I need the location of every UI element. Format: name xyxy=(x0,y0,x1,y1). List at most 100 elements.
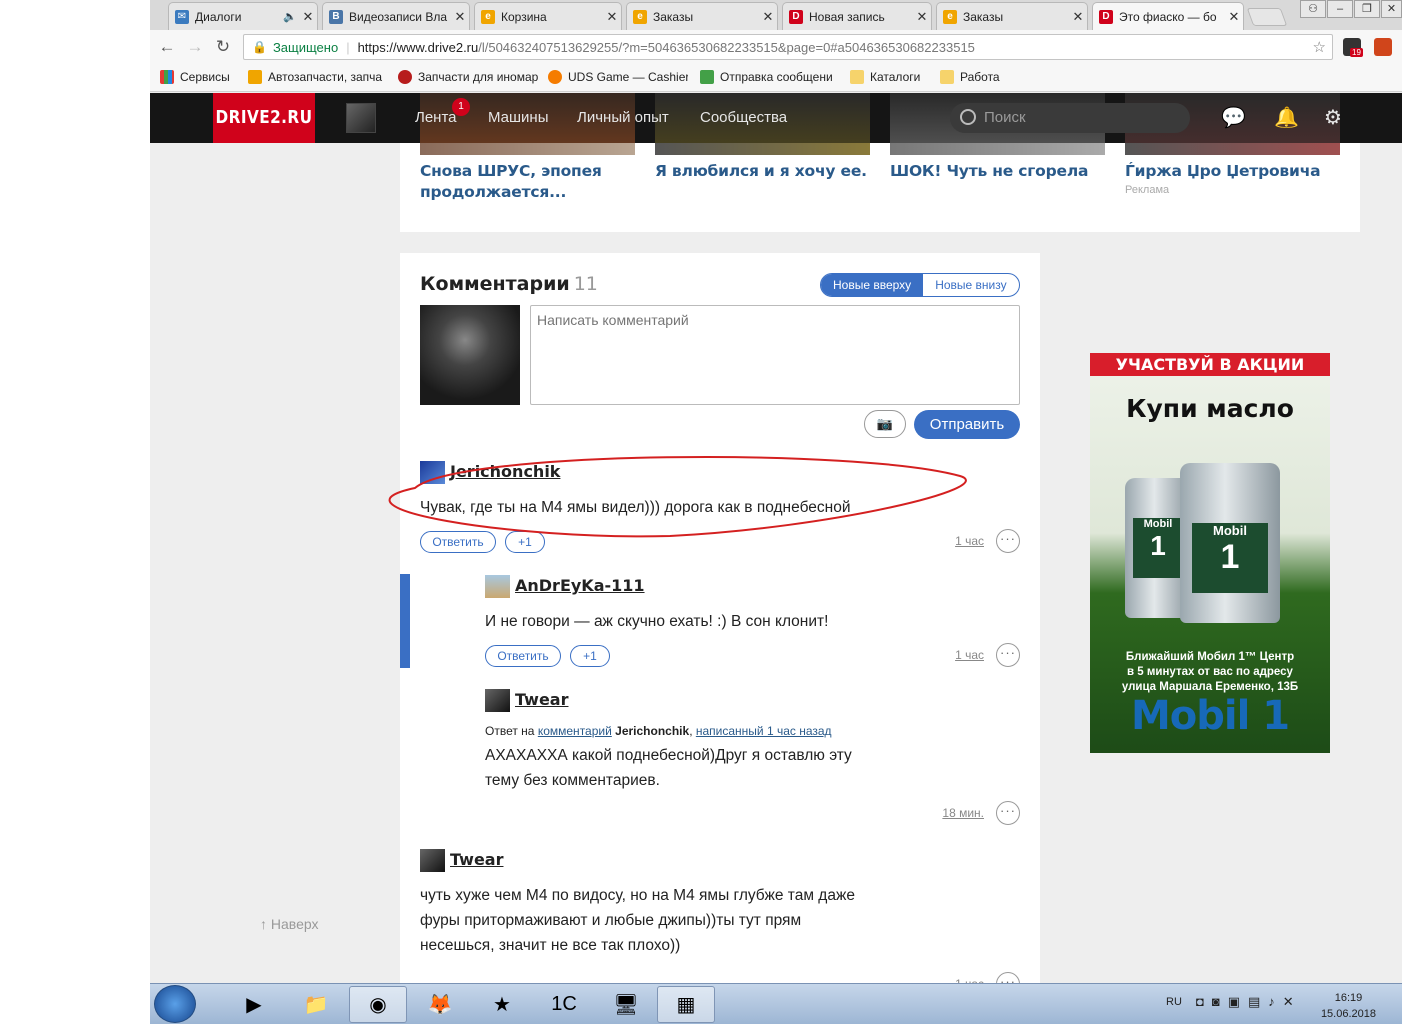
close-icon[interactable]: ✕ xyxy=(603,9,621,25)
bottle-label: Mobil 1 xyxy=(1133,518,1183,578)
related-post[interactable]: Снова ШРУС, эпопея продолжается... xyxy=(420,143,635,203)
bookmark-app-icon[interactable]: ★ xyxy=(473,986,531,1023)
comment-author[interactable]: Twear xyxy=(450,850,503,869)
reload-icon[interactable]: ↻ xyxy=(212,36,234,58)
avatar[interactable] xyxy=(346,103,376,133)
tab-new-post[interactable]: D Новая запись ✕ xyxy=(782,2,932,30)
comment-text: тему без комментариев. xyxy=(485,772,660,789)
calculator-icon[interactable]: ▦ xyxy=(657,986,715,1023)
drive2-icon: D xyxy=(1099,9,1113,24)
network-icon[interactable]: 🖥 xyxy=(597,986,655,1023)
bottle-label: Mobil 1 xyxy=(1192,523,1268,593)
tab-orders-2[interactable]: e Заказы ✕ xyxy=(936,2,1088,30)
tab-orders[interactable]: e Заказы ✕ xyxy=(626,2,778,30)
bookmark-uds[interactable]: UDS Game — Cashier xyxy=(548,70,688,84)
exist-icon xyxy=(248,70,262,84)
related-post[interactable]: ШОК! Чуть не сгорела xyxy=(890,143,1105,182)
more-options-button[interactable]: ··· xyxy=(996,643,1020,667)
sort-new-bottom[interactable]: Новые внизу xyxy=(923,274,1018,296)
nav-experience[interactable]: Личный опыт xyxy=(577,109,669,126)
back-to-top-link[interactable]: ↑ Наверх xyxy=(260,916,318,932)
tray-icons[interactable]: ◘◙▣▤♪✕ xyxy=(1196,994,1302,1010)
new-tab-button[interactable] xyxy=(1246,8,1288,26)
reply-comment-link[interactable]: комментарий xyxy=(538,724,612,738)
profile-icon[interactable]: ⚇ xyxy=(1300,0,1326,18)
comment-time[interactable]: 18 мин. xyxy=(920,806,984,820)
avatar[interactable] xyxy=(420,849,445,872)
mobil-ad-banner[interactable]: УЧАСТВУЙ В АКЦИИ Купи масло Mobil 1 Mobil… xyxy=(1090,353,1330,753)
drive2-icon: D xyxy=(789,9,803,24)
reply-time-link[interactable]: написанный 1 час назад xyxy=(696,724,832,738)
restore-icon[interactable]: ❐ xyxy=(1354,0,1380,18)
bookmark-catalogs[interactable]: Каталоги xyxy=(850,70,940,84)
file-explorer-icon[interactable]: 📁 xyxy=(287,986,345,1023)
nav-cars[interactable]: Машины xyxy=(488,109,548,126)
camera-button[interactable]: 📷 xyxy=(864,410,906,438)
gear-icon[interactable]: ⚙ xyxy=(1324,105,1342,130)
close-icon[interactable]: ✕ xyxy=(451,9,469,25)
messages-icon[interactable]: 💬 xyxy=(1221,105,1246,130)
comment-reply: Twear Ответ на комментарий Jerichonchik,… xyxy=(485,689,1020,829)
bookmark-parts[interactable]: Запчасти для иномар xyxy=(398,70,538,84)
language-indicator[interactable]: RU xyxy=(1166,996,1182,1008)
tab-cart[interactable]: e Корзина ✕ xyxy=(474,2,622,30)
more-options-button[interactable]: ··· xyxy=(996,801,1020,825)
start-button[interactable] xyxy=(154,985,196,1023)
search-input[interactable]: Поиск xyxy=(950,103,1190,133)
post-image xyxy=(655,143,870,155)
exist-icon: e xyxy=(481,9,495,24)
avatar xyxy=(420,305,520,405)
exist-icon: e xyxy=(943,9,957,24)
chrome-icon[interactable]: ◉ xyxy=(349,986,407,1023)
site-logo[interactable]: DRIVE2.RU xyxy=(213,93,315,143)
bookmark-apps[interactable]: Сервисы xyxy=(160,70,240,84)
address-bar[interactable]: 🔒 Защищено | https://www.drive2.ru /l/50… xyxy=(243,34,1333,60)
bell-icon[interactable]: 🔔 xyxy=(1274,105,1299,130)
bookmark-sms[interactable]: Отправка сообщени xyxy=(700,70,840,84)
close-icon[interactable]: ✕ xyxy=(1069,9,1087,25)
nav-feed[interactable]: Лента xyxy=(415,109,457,126)
avatar[interactable] xyxy=(485,575,510,598)
url-path: /l/504632407513629255/?m=504636530682233… xyxy=(478,39,975,55)
related-post[interactable]: Я влюбился и я хочу ее. xyxy=(655,143,870,182)
ad-top-label: УЧАСТВУЙ В АКЦИИ xyxy=(1090,353,1330,376)
close-icon[interactable]: ✕ xyxy=(299,9,317,25)
minimize-icon[interactable]: – xyxy=(1327,0,1353,18)
nav-communities[interactable]: Сообщества xyxy=(700,109,787,126)
tab-dialogs[interactable]: ✉ Диалоги 🔈 ✕ xyxy=(168,2,318,30)
extension-badge: 19 xyxy=(1350,48,1363,57)
comment-time[interactable]: 1 час xyxy=(920,648,984,662)
sort-new-top[interactable]: Новые вверху xyxy=(821,274,924,296)
comment-author[interactable]: Twear xyxy=(515,690,568,709)
close-icon[interactable]: ✕ xyxy=(759,9,777,25)
browser-tab-strip: ✉ Диалоги 🔈 ✕ В Видеозаписи Вла ✕ e Корз… xyxy=(150,0,1402,30)
more-options-button[interactable]: ··· xyxy=(996,529,1020,553)
system-clock[interactable]: 16:19 15.06.2018 xyxy=(1321,990,1376,1022)
close-icon[interactable]: ✕ xyxy=(913,9,931,25)
close-icon[interactable]: ✕ xyxy=(1225,9,1243,25)
forward-arrow-icon[interactable]: → xyxy=(184,36,206,58)
tab-videos[interactable]: В Видеозаписи Вла ✕ xyxy=(322,2,470,30)
reply-user[interactable]: Jerichonchik xyxy=(615,724,689,738)
avatar[interactable] xyxy=(485,689,510,712)
window-close-icon[interactable]: ✕ xyxy=(1381,0,1402,18)
bookmark-autoparts[interactable]: Автозапчасти, запча xyxy=(248,70,388,84)
plus-one-button[interactable]: +1 xyxy=(570,645,610,667)
firefox-icon[interactable]: 🦊 xyxy=(411,986,469,1023)
comments-title: Комментарии 11 xyxy=(420,273,598,295)
comment-input[interactable] xyxy=(530,305,1020,405)
bookmark-star-icon[interactable]: ☆ xyxy=(1313,38,1326,56)
ad-label: Реклама xyxy=(1125,184,1170,196)
related-post[interactable]: Ѓиржа Џро Џетровича Реклама xyxy=(1125,143,1340,196)
bookmark-work[interactable]: Работа xyxy=(940,70,1020,84)
send-button[interactable]: Отправить xyxy=(914,410,1020,439)
media-player-icon[interactable]: ▶ xyxy=(225,986,283,1023)
1c-icon[interactable]: 1С xyxy=(535,986,593,1023)
back-arrow-icon[interactable]: ← xyxy=(156,36,178,58)
comment-author[interactable]: AnDrEyKa-111 xyxy=(515,576,645,595)
extension-2-icon[interactable] xyxy=(1374,38,1392,56)
reply-reference: Ответ на комментарий Jerichonchik, напис… xyxy=(485,724,832,738)
speaker-icon: 🔈 xyxy=(283,11,297,23)
reply-button[interactable]: Ответить xyxy=(485,645,561,667)
tab-fiasco[interactable]: D Это фиаско — бо ✕ xyxy=(1092,2,1244,30)
